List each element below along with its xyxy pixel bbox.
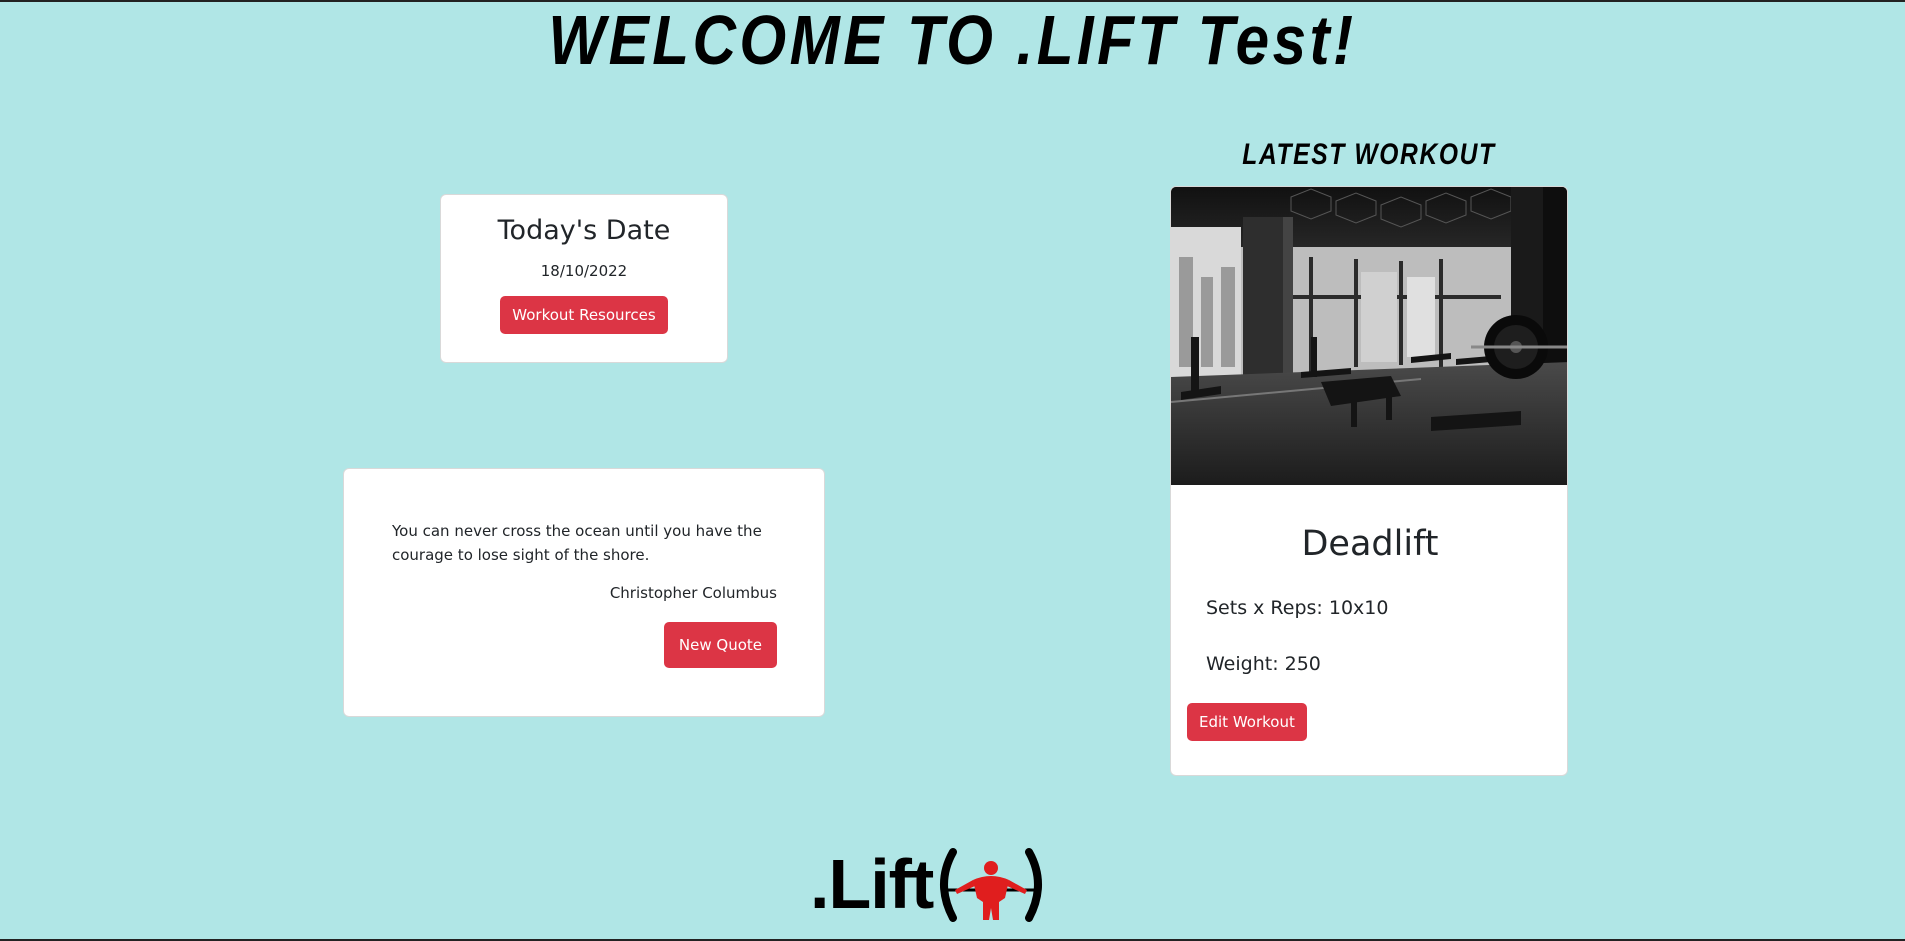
workout-weight: Weight: 250	[1206, 653, 1321, 675]
workout-exercise-name: Deadlift	[1301, 524, 1439, 564]
gym-photo-illustration	[1171, 187, 1567, 485]
weightlifter-logo-icon	[940, 848, 1043, 922]
page-title: WELCOME TO .LIFT Test!	[548, 1, 1357, 79]
gym-photo	[1171, 187, 1567, 485]
date-card-title: Today's Date	[497, 215, 671, 246]
latest-workout-card: Deadlift Sets x Reps: 10x10 Weight: 250 …	[1170, 186, 1568, 776]
today-date: 18/10/2022	[540, 262, 628, 280]
quote-author: Christopher Columbus	[609, 584, 777, 602]
date-card: Today's Date 18/10/2022 Workout Resource…	[440, 194, 728, 363]
workout-sets-reps: Sets x Reps: 10x10	[1206, 597, 1389, 619]
new-quote-button[interactable]: New Quote	[663, 622, 777, 668]
quote-card: You can never cross the ocean until you …	[343, 468, 825, 717]
logo-text: .Lift	[810, 845, 934, 923]
latest-workout-heading: LATEST WORKOUT	[1242, 138, 1496, 171]
edit-workout-button[interactable]: Edit Workout	[1187, 703, 1307, 741]
workout-resources-button[interactable]: Workout Resources	[500, 296, 668, 334]
quote-text: You can never cross the ocean until you …	[392, 522, 762, 564]
lift-logo: .Lift	[810, 844, 1049, 924]
